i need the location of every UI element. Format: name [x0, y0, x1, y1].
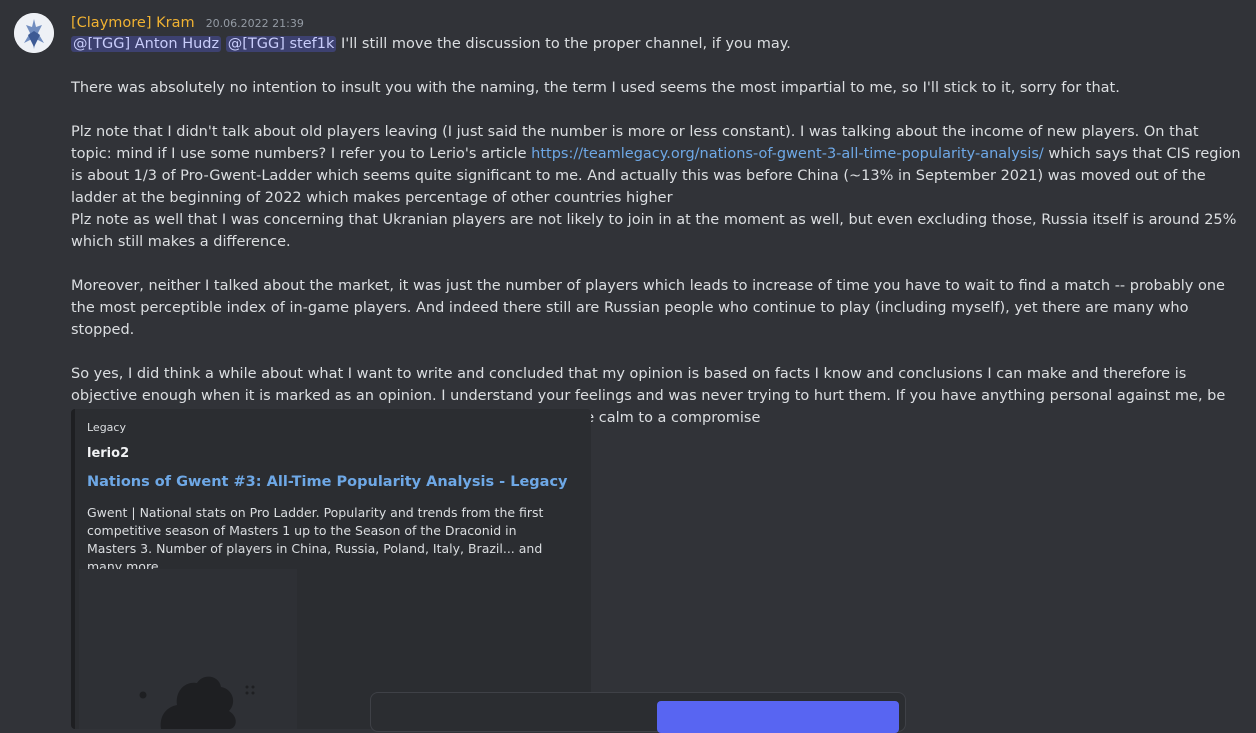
mention-stef1k[interactable]: @[TGG] stef1k [225, 36, 337, 52]
user-avatar[interactable] [14, 13, 54, 53]
image-placeholder-icon [139, 676, 255, 729]
embed-thumbnail[interactable] [79, 569, 297, 729]
message-timestamp: 20.06.2022 21:39 [205, 17, 304, 30]
article-link[interactable]: https://teamlegacy.org/nations-of-gwent-… [531, 146, 1044, 162]
embed-title-link[interactable]: Nations of Gwent #3: All-Time Popularity… [87, 474, 568, 490]
message-paragraph-2: There was absolutely no intention to ins… [71, 80, 1120, 96]
popup-primary-button[interactable] [657, 701, 899, 733]
embed-description: Gwent | National stats on Pro Ladder. Po… [87, 505, 544, 574]
message-text-1: I'll still move the discussion to the pr… [341, 36, 791, 52]
message-line-1: @[TGG] Anton Hudz @[TGG] stef1k I'll sti… [71, 33, 1241, 55]
chat-message: [Claymore] Kram 20.06.2022 21:39 @[TGG] … [0, 0, 1256, 733]
message-paragraph-4: Moreover, neither I talked about the mar… [71, 278, 1225, 338]
message-content: @[TGG] Anton Hudz @[TGG] stef1k I'll sti… [71, 33, 1241, 429]
embed-author[interactable]: lerio2 [87, 446, 129, 461]
message-paragraph-3: Plz note that I didn't talk about old pl… [71, 121, 1241, 209]
message-header: [Claymore] Kram 20.06.2022 21:39 [71, 12, 304, 32]
message-paragraph-3b: Plz note as well that I was concerning t… [71, 212, 1237, 250]
mention-anton-hudz[interactable]: @[TGG] Anton Hudz [71, 36, 222, 52]
bottom-popup [370, 692, 906, 733]
author-name[interactable]: [Claymore] Kram [71, 15, 195, 31]
embed-provider[interactable]: Legacy [87, 421, 126, 434]
avatar-figure-icon [14, 13, 54, 53]
link-embed: Legacy lerio2 Nations of Gwent #3: All-T… [71, 409, 591, 729]
